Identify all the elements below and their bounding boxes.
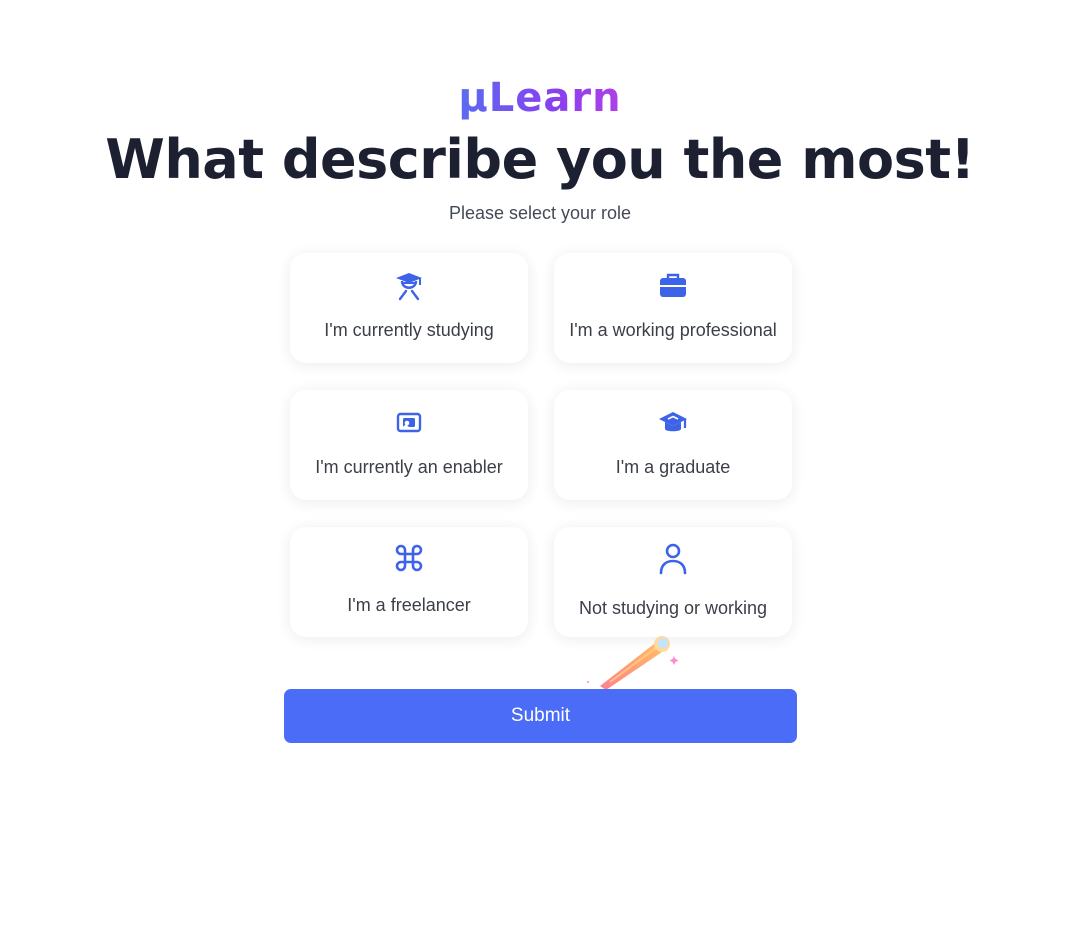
- role-label: I'm a graduate: [615, 457, 731, 477]
- role-label: Not studying or working: [578, 598, 768, 618]
- logo-text: µLearn: [458, 75, 622, 121]
- role-card-studying[interactable]: I'm currently studying: [290, 253, 528, 363]
- graduation-cap-icon: [554, 406, 792, 440]
- role-card-graduate[interactable]: I'm a graduate: [554, 390, 792, 500]
- student-icon: [290, 269, 528, 303]
- page-title: What describe you the most!: [105, 128, 975, 191]
- command-key-icon: [290, 541, 528, 575]
- role-label: I'm currently an enabler: [315, 457, 503, 477]
- role-card-not-studying-or-working[interactable]: Not studying or working: [554, 527, 792, 637]
- page-subtitle: Please select your role: [448, 203, 632, 223]
- rocket-illustration: [584, 632, 684, 692]
- briefcase-icon: [554, 269, 792, 303]
- submit-button[interactable]: Submit: [284, 689, 797, 743]
- role-card-enabler[interactable]: I'm currently an enabler: [290, 390, 528, 500]
- role-label: I'm a freelancer: [347, 595, 471, 615]
- role-card-working-professional[interactable]: I'm a working professional: [554, 253, 792, 363]
- user-icon: [554, 542, 792, 576]
- role-selection-page: µLearn What describe you the most! Pleas…: [0, 0, 1080, 937]
- mulearn-logo: µLearn: [0, 74, 1080, 122]
- role-label: I'm a working professional: [569, 320, 777, 340]
- role-label: I'm currently studying: [324, 320, 494, 340]
- presentation-board-icon: [290, 406, 528, 440]
- role-card-freelancer[interactable]: I'm a freelancer: [290, 527, 528, 637]
